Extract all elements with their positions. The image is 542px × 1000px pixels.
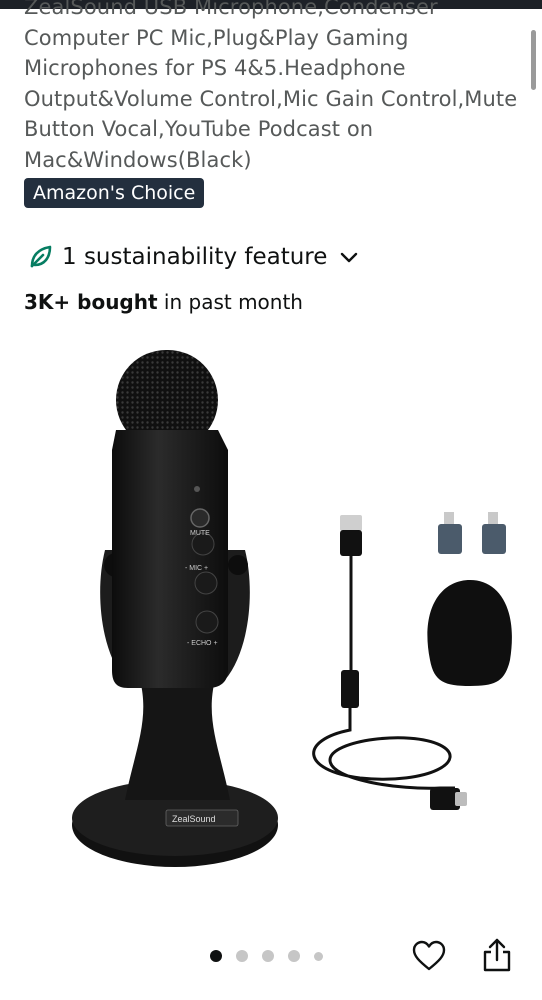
title-line-1: ZealSound USB Microphone,Condenser: [24, 0, 438, 19]
title-line-3: Microphones for PS 4&5.Headphone: [24, 56, 406, 80]
carousel-dot-2[interactable]: [236, 950, 248, 962]
title-line-6: Mac&Windows(Black): [24, 147, 252, 172]
amazons-choice-badge: Amazon's Choice: [24, 178, 205, 208]
scrollbar[interactable]: [531, 30, 536, 90]
heart-icon[interactable]: [411, 938, 447, 974]
carousel-dot-4[interactable]: [288, 950, 300, 962]
sustainability-feature-toggle[interactable]: 1 sustainability feature: [28, 240, 359, 274]
chevron-down-icon: [341, 252, 358, 263]
leaf-icon: [30, 245, 52, 268]
product-image[interactable]: MUTE - MIC + - ECHO + ZealSound: [0, 330, 542, 920]
carousel-dot-1[interactable]: [210, 950, 222, 962]
mic-mute-label: MUTE: [190, 530, 210, 537]
product-title: ZealSound USB Microphone,Condenser Compu…: [24, 0, 520, 175]
carousel-dot-5[interactable]: [314, 951, 323, 961]
title-line-2: Computer PC Mic,Plug&Play Gaming: [24, 25, 409, 50]
carousel-dot-3[interactable]: [262, 950, 274, 962]
carousel-indicator: [210, 950, 323, 962]
sustainability-label: 1 sustainability feature: [62, 244, 328, 270]
mic-gain-label: - MIC +: [185, 565, 208, 572]
bought-count: 3K+ bought in past month: [24, 290, 303, 314]
share-icon[interactable]: [481, 936, 513, 974]
brand-plate-label: ZealSound: [172, 814, 216, 824]
bought-count-rest: in past month: [157, 290, 303, 314]
mic-echo-label: - ECHO +: [187, 640, 218, 647]
title-line-5: Button Vocal,YouTube Podcast on: [24, 117, 374, 141]
bought-count-bold: 3K+ bought: [24, 290, 158, 314]
title-line-4: Output&Volume Control,Mic Gain Control,M…: [24, 86, 518, 111]
